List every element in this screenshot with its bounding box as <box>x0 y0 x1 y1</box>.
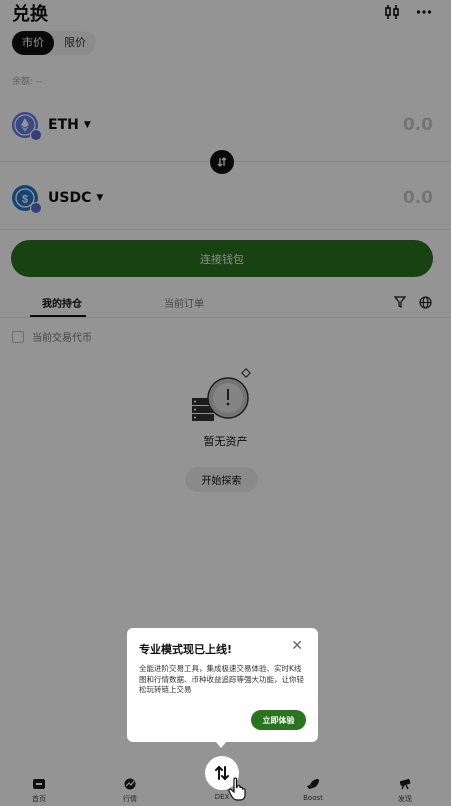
pro-mode-tooltip: 专业模式现已上线! ✕ 全能进阶交易工具，集成极速交易体验、实时K线图和行情数据… <box>127 628 318 742</box>
close-icon[interactable]: ✕ <box>291 638 303 654</box>
tooltip-arrow <box>215 741 227 748</box>
try-now-button[interactable]: 立即体验 <box>251 710 306 730</box>
tooltip-title: 专业模式现已上线! <box>139 643 233 656</box>
tooltip-body: 全能进阶交易工具，集成极速交易体验、实时K线图和行情数据、币种收益追踪等强大功能… <box>139 664 304 694</box>
pointer-hand-icon <box>227 777 249 801</box>
